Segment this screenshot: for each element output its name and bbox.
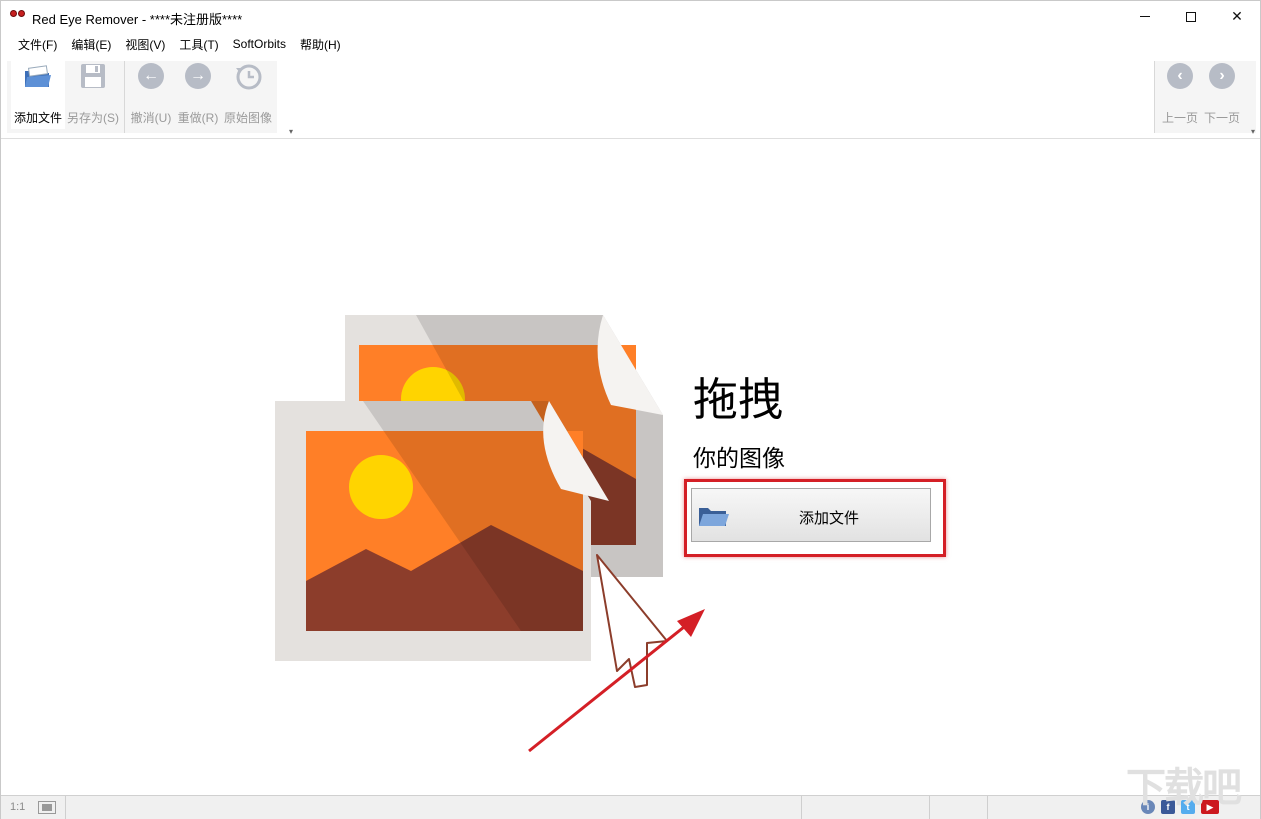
chevron-left-icon: ‹	[1167, 63, 1193, 89]
drop-area[interactable]: 拖拽 你的图像 添加文件	[1, 139, 1260, 795]
undo-button[interactable]: ← 撤消(U)	[129, 57, 173, 129]
maximize-button[interactable]	[1168, 1, 1214, 32]
status-panel	[929, 796, 987, 819]
prev-page-button[interactable]: ‹ 上一页	[1158, 57, 1202, 129]
close-icon: ✕	[1231, 8, 1243, 24]
prev-page-label: 上一页	[1161, 111, 1198, 125]
close-button[interactable]: ✕	[1214, 1, 1260, 32]
drag-title: 拖拽	[693, 374, 784, 425]
status-panel	[65, 796, 801, 819]
toolbar: 添加文件 另存为(S) ← 撤消(U) → 重做(R) 原始图像 ▾ ‹ 上一页…	[1, 57, 1260, 139]
app-window: Red Eye Remover - ****未注册版**** ✕ 文件(F) 编…	[0, 0, 1261, 819]
open-folder-icon	[23, 61, 53, 91]
floppy-disk-icon	[78, 61, 108, 91]
toolbar-overflow-icon[interactable]: ▾	[1251, 127, 1255, 136]
toolbar-overflow-icon[interactable]: ▾	[289, 127, 293, 136]
maximize-icon	[1186, 11, 1196, 22]
original-image-button[interactable]: 原始图像	[222, 57, 274, 129]
status-panel	[987, 796, 1137, 819]
menu-help[interactable]: 帮助(H)	[300, 36, 341, 53]
chevron-right-icon: ›	[1209, 63, 1235, 89]
menu-tools[interactable]: 工具(T)	[179, 36, 218, 53]
save-as-button[interactable]: 另存为(S)	[67, 57, 119, 129]
menu-view[interactable]: 视图(V)	[125, 36, 165, 53]
original-image-label: 原始图像	[223, 111, 272, 125]
minimize-icon	[1140, 16, 1150, 17]
toolbar-separator	[124, 61, 125, 133]
save-as-label: 另存为(S)	[67, 111, 119, 125]
menu-bar: 文件(F) 编辑(E) 视图(V) 工具(T) SoftOrbits 帮助(H)	[1, 32, 1260, 56]
fit-to-window-icon[interactable]	[38, 801, 56, 814]
arrow-left-icon: ←	[138, 63, 164, 89]
next-page-label: 下一页	[1203, 111, 1240, 125]
annotation-arrow-icon	[528, 609, 705, 753]
add-files-button[interactable]: 添加文件	[691, 488, 931, 542]
redo-label: 重做(R)	[177, 111, 219, 125]
title-bar[interactable]: Red Eye Remover - ****未注册版**** ✕	[1, 1, 1260, 32]
red-eye-app-icon	[10, 10, 26, 20]
watermark: 下载吧	[1126, 766, 1242, 810]
undo-label: 撤消(U)	[130, 111, 172, 125]
next-page-button[interactable]: › 下一页	[1200, 57, 1244, 129]
redo-button[interactable]: → 重做(R)	[176, 57, 220, 129]
menu-edit[interactable]: 编辑(E)	[71, 36, 111, 53]
toolbar-separator	[1154, 61, 1155, 133]
status-panel	[801, 796, 929, 819]
drag-subtitle: 你的图像	[693, 445, 785, 471]
status-bar: 1:1 i f t ▶	[1, 795, 1260, 819]
add-files-toolbar-button[interactable]: 添加文件	[11, 57, 65, 129]
menu-file[interactable]: 文件(F)	[18, 36, 57, 53]
clock-icon	[233, 61, 263, 91]
menu-softorbits[interactable]: SoftOrbits	[233, 37, 286, 51]
arrow-right-icon: →	[185, 63, 211, 89]
zoom-level[interactable]: 1:1	[10, 801, 25, 813]
minimize-button[interactable]	[1122, 1, 1168, 32]
add-files-label: 添加文件	[13, 111, 62, 125]
add-files-button-label: 添加文件	[798, 510, 859, 527]
window-title: Red Eye Remover - ****未注册版****	[32, 12, 243, 27]
